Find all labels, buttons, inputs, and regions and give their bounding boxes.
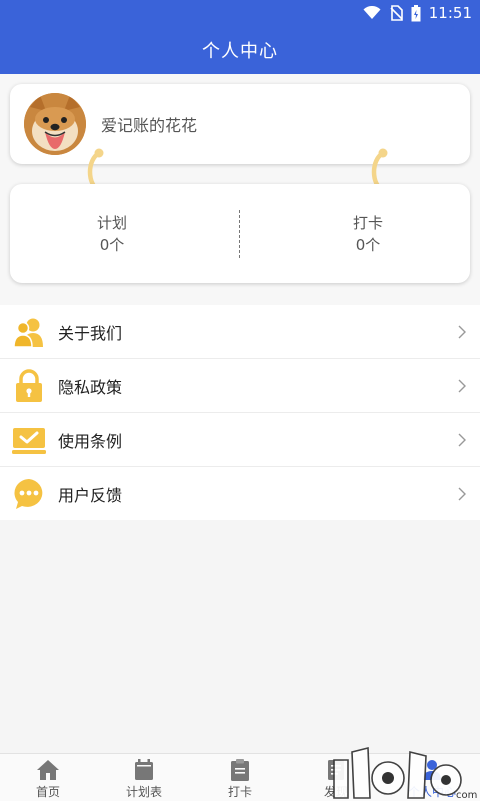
nav-item-discover[interactable]: 发现 (288, 754, 384, 801)
nav-item-personal-center[interactable]: 个人中心 (384, 754, 480, 801)
checkmark-laptop-icon (12, 423, 46, 457)
battery-icon (411, 4, 421, 22)
checkin-stat-value: 0个 (355, 235, 381, 254)
chevron-right-icon (458, 379, 466, 393)
lock-icon (12, 369, 46, 403)
username: 爱记账的花花 (101, 116, 198, 135)
page-title: 个人中心 (202, 41, 278, 62)
plan-stat-value: 0个 (99, 235, 125, 254)
menu-item-label: 用户反馈 (58, 485, 123, 505)
calendar-icon (132, 759, 156, 781)
clipboard-icon (228, 759, 252, 781)
checkin-stat-label: 打卡 (352, 213, 383, 232)
discover-icon (324, 759, 348, 781)
wifi-icon (363, 6, 381, 20)
person-icon (420, 759, 444, 781)
plan-stat-label: 计划 (96, 213, 127, 232)
chevron-right-icon (458, 325, 466, 339)
nav-item-home[interactable]: 首页 (0, 754, 96, 801)
status-bar: 11:51 (0, 0, 480, 26)
nav-item-checkin[interactable]: 打卡 (192, 754, 288, 801)
nav-item-label: 个人中心 (407, 785, 456, 799)
avatar[interactable] (24, 93, 86, 155)
users-icon (12, 315, 46, 349)
nav-item-label: 计划表 (125, 785, 162, 799)
chat-bubble-icon (12, 477, 46, 511)
bottom-nav: 首页 计划表 打卡 发现 个人中心 (0, 753, 480, 801)
settings-menu: 关于我们 隐私政策 使用条例 用户反馈 (0, 305, 480, 520)
chevron-right-icon (458, 487, 466, 501)
menu-item-label: 关于我们 (58, 323, 123, 343)
menu-item-privacy-policy[interactable]: 隐私政策 (0, 359, 480, 413)
no-sim-icon (389, 5, 403, 21)
menu-item-label: 使用条例 (58, 431, 123, 451)
plan-stat[interactable]: 计划 0个 (12, 184, 212, 283)
nav-item-plan-table[interactable]: 计划表 (96, 754, 192, 801)
menu-item-about-us[interactable]: 关于我们 (0, 305, 480, 359)
stats-divider (239, 210, 240, 258)
app-header: 个人中心 (0, 26, 480, 74)
stats-card: 计划 0个 打卡 0个 (10, 184, 470, 283)
status-icons: 11:51 (363, 0, 472, 26)
nav-item-label: 发现 (323, 785, 348, 799)
checkin-stat[interactable]: 打卡 0个 (268, 184, 468, 283)
menu-item-label: 隐私政策 (58, 377, 123, 397)
chevron-right-icon (458, 433, 466, 447)
nav-item-label: 打卡 (227, 785, 252, 799)
nav-item-label: 首页 (35, 785, 60, 799)
menu-item-terms-of-use[interactable]: 使用条例 (0, 413, 480, 467)
home-icon (36, 759, 60, 781)
menu-item-user-feedback[interactable]: 用户反馈 (0, 467, 480, 520)
status-time: 11:51 (428, 4, 472, 22)
profile-card[interactable]: 爱记账的花花 (10, 84, 470, 164)
